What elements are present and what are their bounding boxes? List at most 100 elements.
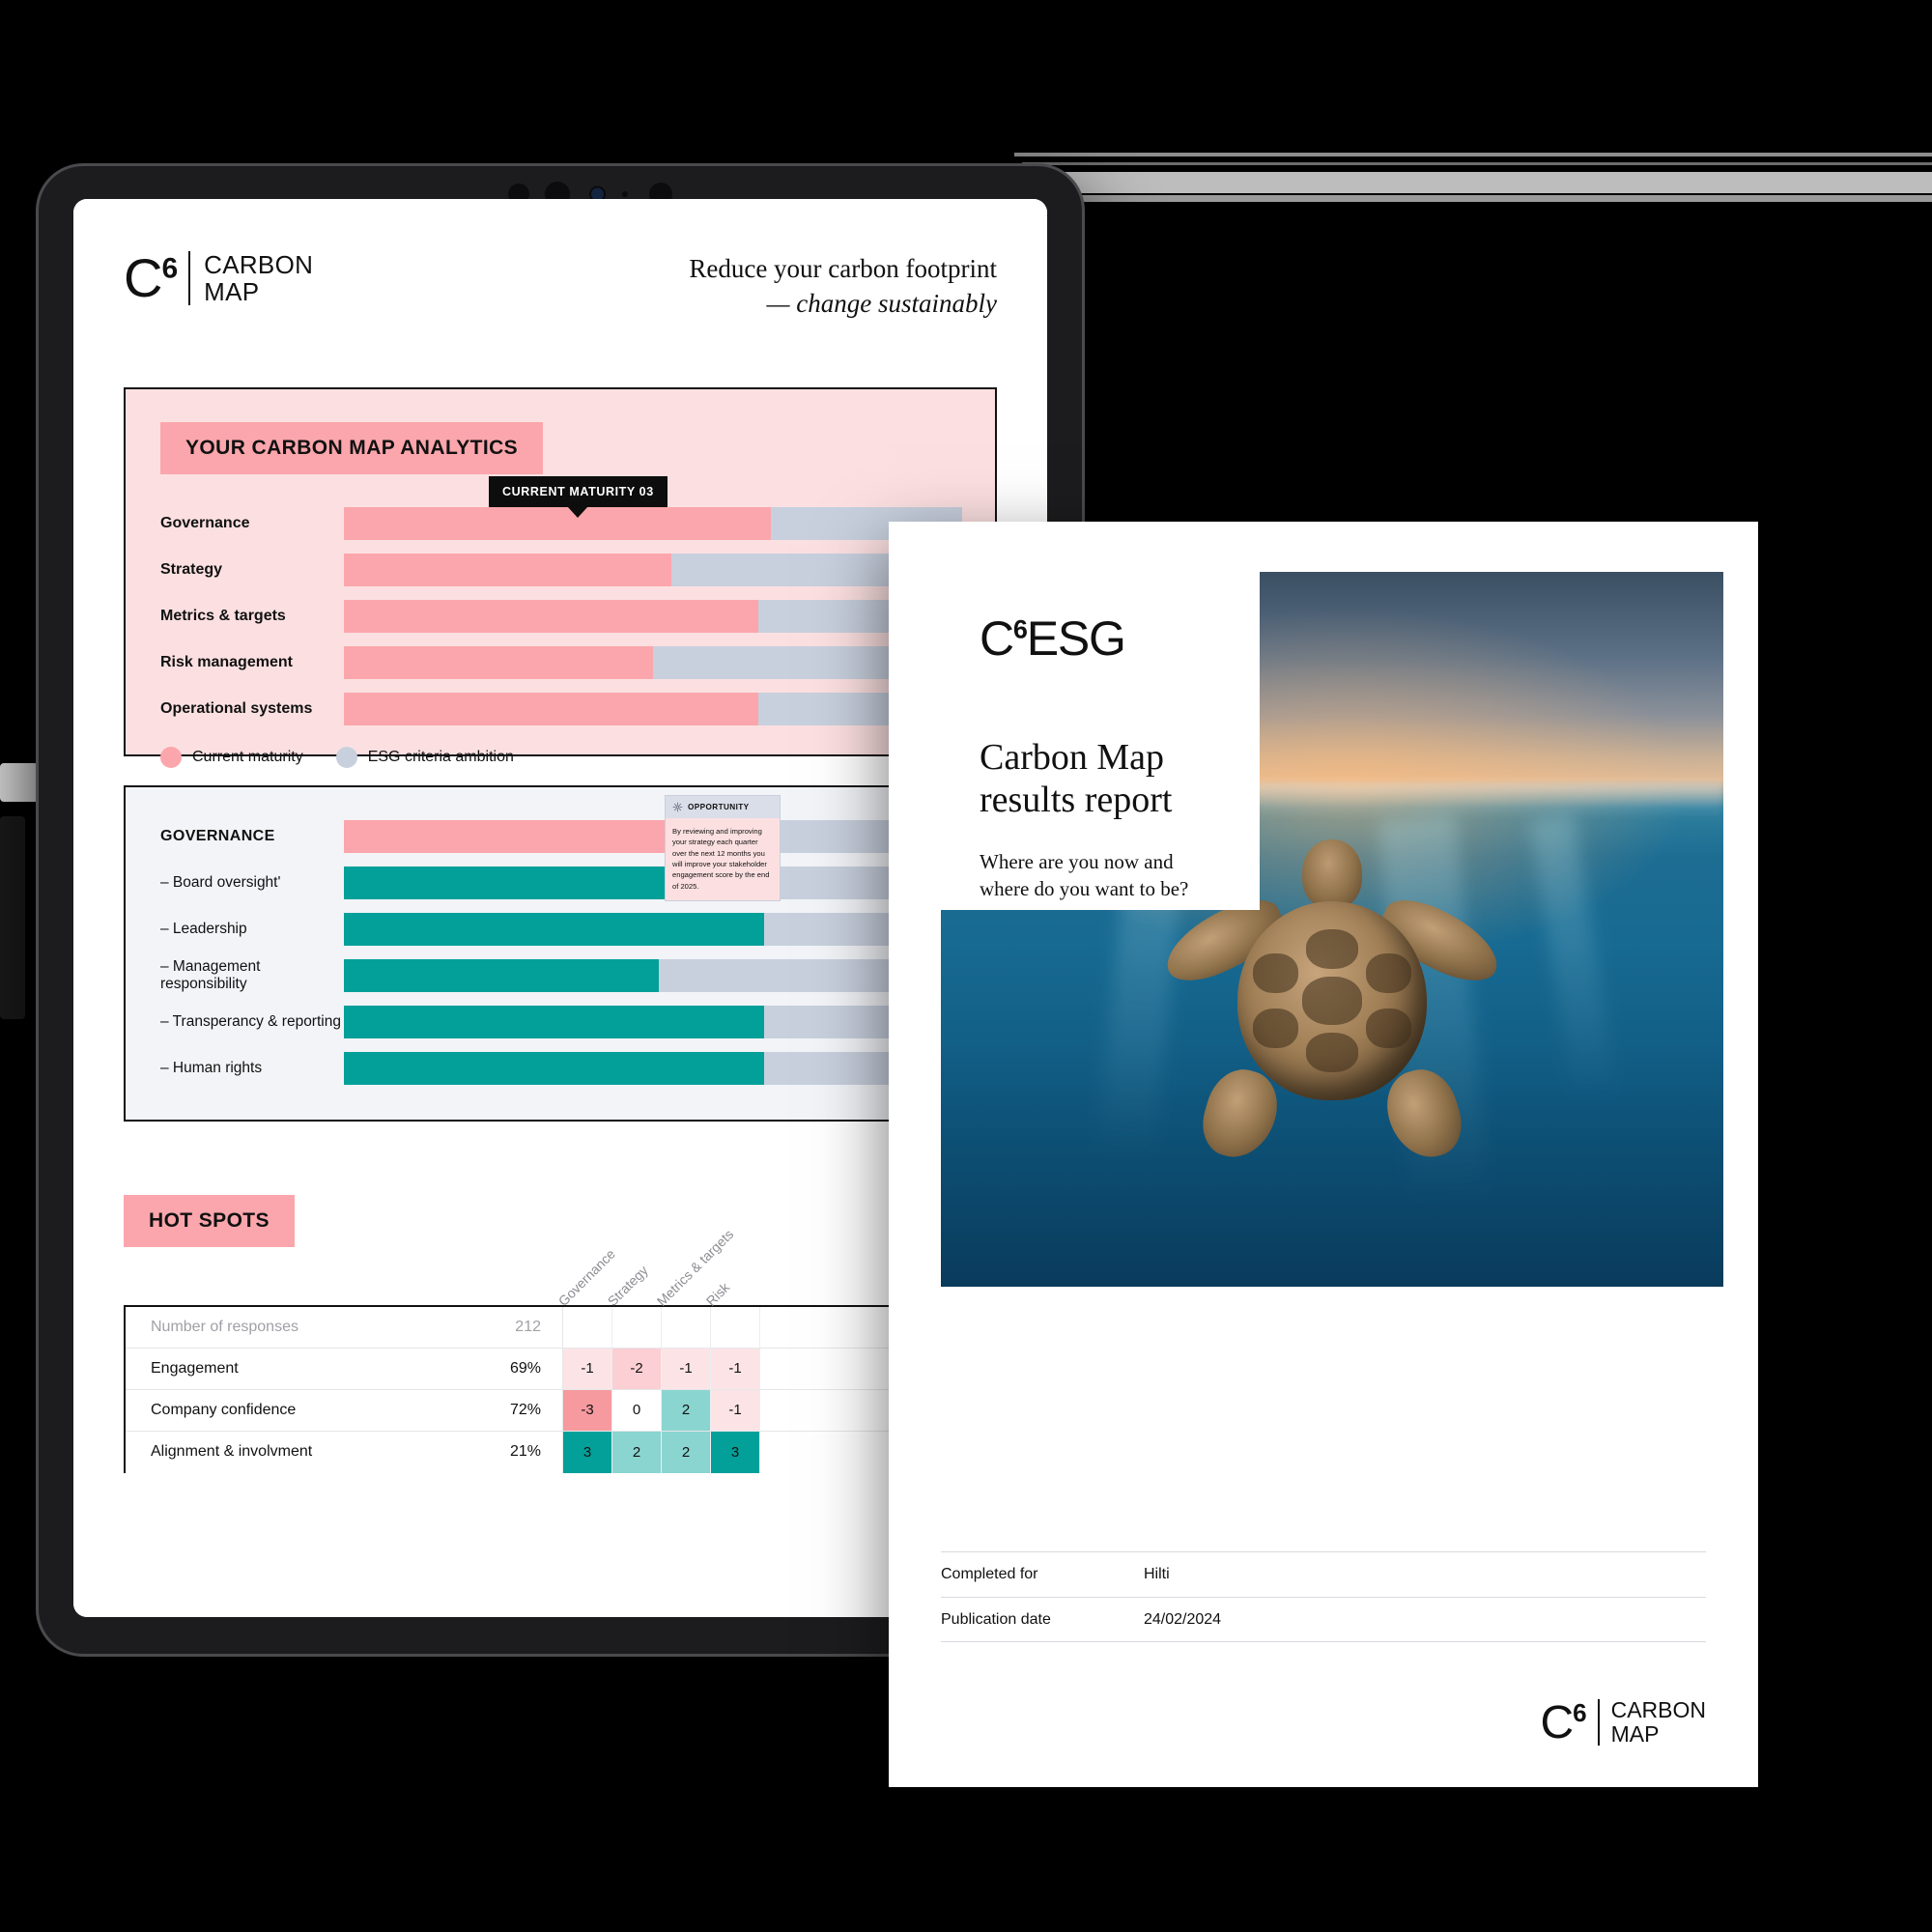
legend-label: Current maturity bbox=[192, 748, 303, 765]
bar-row[interactable]: – Management responsibility bbox=[160, 958, 962, 992]
bar-row[interactable]: – Board oversight' bbox=[160, 866, 962, 899]
bar-row[interactable]: Strategy bbox=[160, 553, 962, 586]
hotspots-chip: HOT SPOTS bbox=[124, 1194, 295, 1247]
opportunity-tag: OPPORTUNITY bbox=[688, 802, 750, 811]
bar-fill-criteria bbox=[344, 866, 678, 899]
shell-scute bbox=[1305, 928, 1359, 970]
bar-fill-criteria bbox=[344, 1005, 765, 1038]
table-row[interactable]: Alignment & involvment 21% 3 2 2 3 bbox=[126, 1431, 995, 1473]
table-row[interactable]: Company confidence 72% -3 0 2 -1 bbox=[126, 1389, 995, 1432]
footer-logo-word-line-2: MAP bbox=[1610, 1721, 1660, 1747]
footer-logo-wordmark: CARBON MAP bbox=[1611, 1698, 1706, 1747]
bar-row[interactable]: Operational systems bbox=[160, 692, 962, 725]
cover-subtitle-line-1: Where are you now and bbox=[980, 849, 1174, 873]
bar-row[interactable]: Metrics & targets bbox=[160, 599, 962, 633]
hotspots-table: Number of responses 212 Engagement 69% -… bbox=[124, 1304, 997, 1473]
row-label: Company confidence bbox=[151, 1401, 297, 1418]
bar-track bbox=[344, 553, 962, 586]
footer-logo-word-line-1: CARBON bbox=[1610, 1697, 1706, 1723]
cover-title-card: C6ESG Carbon Map results report Where ar… bbox=[941, 572, 1260, 910]
heatmap-cell: -1 bbox=[711, 1348, 760, 1389]
heatmap-cell: -1 bbox=[711, 1389, 760, 1431]
bar-fill-current bbox=[344, 645, 653, 679]
legend-item: ESG criteria ambition bbox=[335, 746, 514, 768]
bar-row[interactable]: Risk management bbox=[160, 645, 962, 679]
heatmap-cell bbox=[711, 1306, 760, 1348]
bar-label: Operational systems bbox=[160, 699, 313, 717]
heatmap-cell: -1 bbox=[563, 1348, 612, 1389]
governance-panel: GOVERNANCE – Board oversight' – Leadersh… bbox=[124, 784, 997, 1122]
shell-scute bbox=[1252, 1009, 1298, 1049]
bar-label: Risk management bbox=[160, 653, 293, 670]
table-row[interactable]: Engagement 69% -1 -2 -1 -1 bbox=[126, 1348, 995, 1390]
bar-track bbox=[344, 819, 962, 853]
governance-bar-rows: GOVERNANCE – Board oversight' – Leadersh… bbox=[160, 819, 962, 1085]
heatmap-cell bbox=[612, 1306, 662, 1348]
c6esg-exponent: 6 bbox=[1012, 614, 1028, 644]
bar-fill-criteria bbox=[344, 958, 660, 992]
footer-logo-divider bbox=[1597, 1699, 1600, 1747]
row-value: 69% bbox=[509, 1359, 541, 1377]
carbon-map-logo: C6 CARBON MAP bbox=[124, 250, 313, 306]
turtle-shell bbox=[1237, 901, 1427, 1100]
metadata-row: Publication date 24/02/2024 bbox=[941, 1597, 1706, 1642]
column-header-label: Risk bbox=[702, 1279, 733, 1309]
bar-fill-current bbox=[344, 692, 758, 725]
logo-divider bbox=[188, 251, 191, 306]
analytics-legend: Current maturity ESG criteria ambition bbox=[160, 746, 962, 768]
governance-heading: GOVERNANCE bbox=[160, 827, 275, 844]
bar-row[interactable]: – Leadership bbox=[160, 912, 962, 946]
laptop-edge-band bbox=[1028, 172, 1932, 193]
laptop-edge-line-1 bbox=[1014, 153, 1932, 156]
governance-subitem-label: – Leadership bbox=[160, 920, 247, 937]
dashboard-header: C6 CARBON MAP Reduce your carbon footpri… bbox=[124, 250, 997, 322]
row-value: 72% bbox=[509, 1401, 541, 1418]
logo-wordmark: CARBON MAP bbox=[204, 251, 313, 305]
heatmap-cell: 0 bbox=[612, 1389, 662, 1431]
c6esg-suffix: ESG bbox=[1026, 611, 1126, 666]
governance-subitem-label: – Transperancy & reporting bbox=[160, 1012, 341, 1030]
bar-row[interactable]: – Human rights bbox=[160, 1051, 962, 1085]
bar-row[interactable]: GOVERNANCE bbox=[160, 819, 962, 853]
governance-subitem-label: – Board oversight' bbox=[160, 873, 281, 891]
heatmap-cell: 3 bbox=[563, 1431, 612, 1473]
logo-word-line-2: MAP bbox=[204, 277, 260, 307]
footer-logo-mark: C6 bbox=[1540, 1699, 1586, 1746]
sparkle-icon bbox=[672, 802, 683, 812]
logo-exponent: 6 bbox=[161, 252, 178, 285]
hotspots-section: HOT SPOTS Governance Strategy Metrics & … bbox=[124, 1194, 997, 1473]
bar-fill-criteria bbox=[344, 912, 765, 946]
bar-track bbox=[344, 866, 962, 899]
shell-scute bbox=[1366, 952, 1412, 993]
tagline-line-1: Reduce your carbon footprint bbox=[689, 254, 997, 283]
bar-label: Strategy bbox=[160, 560, 223, 578]
bar-label: Governance bbox=[160, 514, 250, 531]
heatmap-cell: -1 bbox=[662, 1348, 711, 1389]
bar-row[interactable]: Governance CURRENT MATURITY 03 bbox=[160, 475, 962, 540]
shell-scute bbox=[1252, 952, 1298, 993]
report-metadata: Completed for Hilti Publication date 24/… bbox=[941, 1551, 1706, 1642]
legend-swatch-esg-ambition bbox=[335, 746, 357, 768]
metadata-key: Publication date bbox=[941, 1610, 1051, 1628]
analytics-chip: YOUR CARBON MAP ANALYTICS bbox=[160, 421, 544, 474]
opportunity-callout[interactable]: OPPORTUNITY By reviewing and improving y… bbox=[665, 794, 781, 902]
turtle-head bbox=[1302, 839, 1362, 909]
legend-item: Current maturity bbox=[160, 746, 303, 768]
bar-fill-current bbox=[344, 599, 758, 633]
opportunity-header: OPPORTUNITY bbox=[666, 795, 780, 818]
device-side-button[interactable] bbox=[0, 816, 25, 1019]
cover-title-line-2: results report bbox=[980, 780, 1173, 821]
logo-word-line-1: CARBON bbox=[204, 250, 314, 279]
bar-row[interactable]: – Transperancy & reporting bbox=[160, 1005, 962, 1038]
heatmap-cell bbox=[563, 1306, 612, 1348]
row-cells: -1 -2 -1 -1 bbox=[562, 1348, 760, 1389]
column-header-label: Strategy bbox=[604, 1262, 651, 1309]
table-row[interactable]: Number of responses 212 bbox=[126, 1306, 995, 1349]
light-ray bbox=[1528, 812, 1618, 1103]
bar-label: Metrics & targets bbox=[160, 607, 286, 624]
c6esg-logo: C6ESG bbox=[980, 611, 1227, 667]
metadata-key: Completed for bbox=[941, 1566, 1038, 1582]
metadata-value: Hilti bbox=[1144, 1566, 1170, 1582]
laptop-edge-line-3 bbox=[1028, 195, 1932, 202]
laptop-edge-line-2 bbox=[1022, 162, 1932, 165]
